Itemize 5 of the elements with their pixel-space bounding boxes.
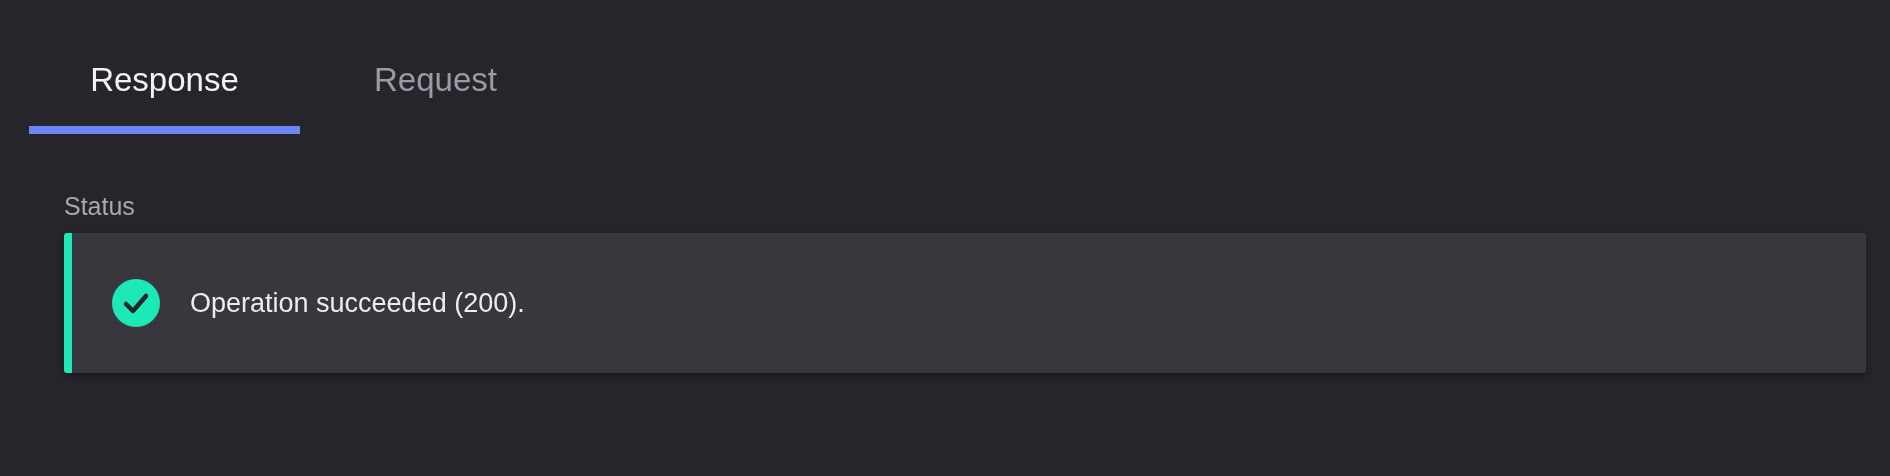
tab[interactable]: Request	[300, 56, 571, 134]
check-circle-icon	[112, 279, 160, 327]
status-message: Operation succeeded (200).	[190, 287, 525, 319]
section-label: Status	[64, 192, 135, 221]
tab[interactable]: Response	[29, 56, 300, 134]
